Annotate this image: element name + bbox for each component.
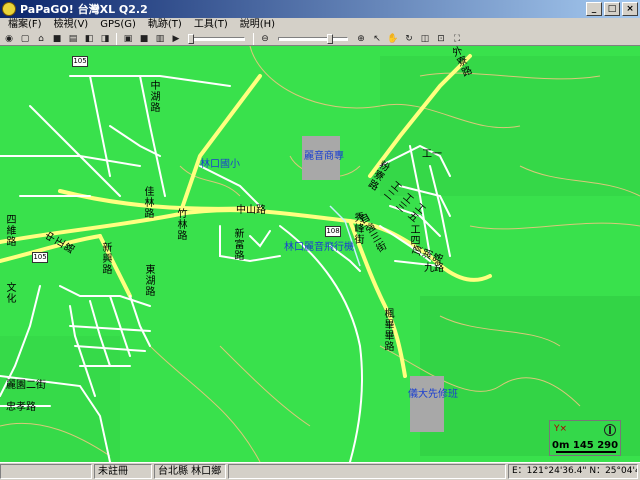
playback-slider-thumb[interactable] (188, 33, 194, 44)
building-park (410, 376, 444, 432)
measure-icon[interactable]: ⊡ (434, 33, 448, 45)
menu-tools[interactable]: 工具(T) (188, 18, 234, 32)
status-location: 台北縣 林口鄉 (154, 464, 226, 479)
status-cell-blank (0, 464, 92, 479)
pointer-icon[interactable]: ↖ (370, 33, 384, 45)
record-track-icon[interactable]: ▣ (121, 33, 135, 45)
maximize-button[interactable]: □ (604, 2, 620, 16)
play-icon[interactable]: ▶ (169, 33, 183, 45)
road-label-zhongshan: 中山路 (236, 205, 266, 216)
menu-help[interactable]: 說明(H) (234, 18, 281, 32)
scale-text: 0m 145 290 (552, 440, 619, 451)
open-folder-icon[interactable]: ⌂ (34, 33, 48, 45)
poi-park[interactable]: 儀大先修班 (408, 390, 458, 400)
zoom-slider[interactable] (278, 33, 348, 44)
road-label-linkou2: 麗園二街 (6, 380, 46, 391)
road-label-xingxing: 楓畢畢路 (382, 308, 393, 352)
scale-compass-widget[interactable]: Y× 0m 145 290 (549, 420, 621, 456)
road-label-xinxing: 新興路 (100, 242, 111, 275)
scale-bar (556, 451, 616, 453)
menu-file[interactable]: 檔案(F) (2, 18, 48, 32)
print-icon[interactable]: ▤ (66, 33, 80, 45)
papago-app-icon (2, 2, 16, 16)
navigate-forward-icon[interactable]: ◨ (98, 33, 112, 45)
gps-icon[interactable]: ◉ (2, 33, 16, 45)
map-view[interactable]: 105 105 108 外寮路 中湖路 佳林路 中山路 竹林路 四維路 中正路 … (0, 46, 640, 462)
close-button[interactable]: × (622, 2, 638, 16)
road-label-zhongxiao: 忠孝路 (6, 402, 36, 413)
road-label-dongmei: 東湖路 (143, 264, 154, 297)
poi-mall[interactable]: 麗音商專 (304, 152, 344, 162)
gps-signal-icon: Y× (554, 424, 568, 434)
menu-gps[interactable]: GPS(G) (94, 18, 142, 32)
road-label-siwei: 四維路 (4, 214, 15, 247)
pan-hand-icon[interactable]: ✋ (386, 33, 400, 45)
status-registration: 未註冊 (94, 464, 152, 479)
status-bar: 未註冊 台北縣 林口鄉 E：121°24'36.4" N：25°04'42.2" (0, 462, 640, 480)
zoom-in-icon[interactable]: ⊕ (354, 33, 368, 45)
route-shield-105-west: 105 (32, 252, 48, 263)
minimize-button[interactable]: _ (586, 2, 602, 16)
road-label-xinfu: 新富路 (232, 228, 243, 261)
road-label-jiulu: 九路 (424, 263, 444, 274)
zoom-slider-thumb[interactable] (327, 33, 333, 44)
compass-icon[interactable] (604, 424, 616, 436)
pause-icon[interactable]: ▥ (153, 33, 167, 45)
toolbar: ◉ ▢ ⌂ ■ ▤ ◧ ◨ ▣ ■ ▥ ▶ ⊖ ⊕ ↖ ✋ ↻ ◫ ⊡ ⛶ (0, 32, 640, 46)
save-icon[interactable]: ■ (50, 33, 64, 45)
menu-bar: 檔案(F) 檢視(V) GPS(G) 軌跡(T) 工具(T) 說明(H) (0, 18, 640, 32)
stop-icon[interactable]: ■ (137, 33, 151, 45)
road-label-gong1: 工一 (422, 149, 442, 160)
status-spacer (228, 464, 506, 479)
status-coordinates: E：121°24'36.4" N：25°04'42.2" (508, 464, 638, 479)
road-label-wenhua: 文化 (4, 282, 15, 304)
playback-slider[interactable] (188, 33, 245, 44)
map-canvas (0, 46, 640, 462)
title-bar: PaPaGO! 台灣XL Q2.2 _ □ × (0, 0, 640, 18)
toolbar-separator (253, 32, 254, 45)
zoom-out-icon[interactable]: ⊖ (258, 33, 272, 45)
new-file-icon[interactable]: ▢ (18, 33, 32, 45)
fullscreen-icon[interactable]: ⛶ (450, 33, 464, 45)
rotate-icon[interactable]: ↻ (402, 33, 416, 45)
road-label-zhonglin: 竹林路 (175, 208, 186, 241)
toolbar-separator (116, 32, 117, 45)
road-label-gong4: 工四 (408, 224, 419, 246)
navigate-back-icon[interactable]: ◧ (82, 33, 96, 45)
road-label-jiali: 佳林路 (142, 186, 153, 219)
menu-view[interactable]: 檢視(V) (48, 18, 95, 32)
window-title: PaPaGO! 台灣XL Q2.2 (20, 3, 148, 16)
menu-track[interactable]: 軌跡(T) (142, 18, 188, 32)
road-label-zhonghu: 中湖路 (148, 80, 159, 113)
poi-airport[interactable]: 林口麗音飛行機 (284, 243, 354, 253)
poi-linkou-school[interactable]: 林口國小 (200, 160, 240, 170)
select-area-icon[interactable]: ◫ (418, 33, 432, 45)
route-shield-108: 108 (325, 226, 341, 237)
window-controls: _ □ × (586, 2, 638, 16)
route-shield-105-north: 105 (72, 56, 88, 67)
